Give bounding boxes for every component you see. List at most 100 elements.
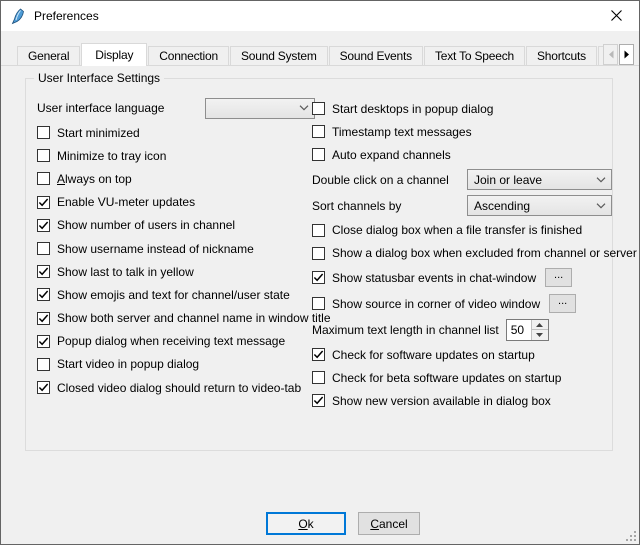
show-statusbar-events-in-chat-window-more-button[interactable]: ... (545, 268, 572, 287)
checkbox-row: Close dialog box when a file transfer is… (312, 219, 612, 242)
checkbox-row: Show both server and channel name in win… (37, 307, 315, 330)
timestamp-text-messages-checkbox-label[interactable]: Timestamp text messages (332, 125, 472, 139)
arrow-right-icon (624, 50, 630, 59)
always-on-top-checkbox-label[interactable]: Always on top (57, 172, 132, 186)
check-icon (38, 336, 49, 347)
enable-vu-meter-updates-checkbox-label[interactable]: Enable VU-meter updates (57, 195, 195, 209)
checkbox-row: Show new version available in dialog box (312, 389, 612, 412)
checkbox-row: Show emojis and text for channel/user st… (37, 283, 315, 306)
language-row: User interface language (37, 95, 315, 121)
tab-sound-system[interactable]: Sound System (230, 46, 328, 66)
always-on-top-checkbox-unchecked[interactable] (37, 172, 50, 185)
show-both-server-and-channel-name-in-window-title-checkbox-label[interactable]: Show both server and channel name in win… (57, 311, 331, 325)
language-combobox[interactable] (205, 98, 315, 119)
sort-channels-by-label: Sort channels by (312, 199, 401, 213)
left-column: User interface language Start minimized M… (37, 79, 315, 399)
close-dialog-box-when-a-file-transfer-is-finished-checkbox-unchecked[interactable] (312, 224, 325, 237)
show-username-instead-of-nickname-checkbox-unchecked[interactable] (37, 242, 50, 255)
group-user-interface-settings: User Interface Settings User interface l… (25, 78, 613, 451)
window-title: Preferences (34, 9, 99, 23)
check-for-software-updates-on-startup-checkbox-checked[interactable] (312, 348, 325, 361)
combobox-value: Join or leave (474, 173, 542, 187)
show-emojis-and-text-for-channel-user-state-checkbox-checked[interactable] (37, 288, 50, 301)
checkbox-row: Popup dialog when receiving text message (37, 330, 315, 353)
tab-display[interactable]: Display (81, 43, 147, 66)
show-source-in-corner-of-video-window-more-button[interactable]: ... (549, 294, 576, 313)
timestamp-text-messages-checkbox-unchecked[interactable] (312, 125, 325, 138)
tab-text-to-speech[interactable]: Text To Speech (424, 46, 525, 66)
tab-scroll-right-button[interactable] (619, 44, 634, 65)
auto-expand-channels-checkbox-unchecked[interactable] (312, 148, 325, 161)
show-number-of-users-in-channel-checkbox-checked[interactable] (37, 219, 50, 232)
tab-shortcuts[interactable]: Shortcuts (526, 46, 597, 66)
checkbox-row: Start minimized (37, 121, 315, 144)
spin-down-button[interactable] (532, 330, 548, 340)
closed-video-dialog-should-return-to-video-tab-checkbox-checked[interactable] (37, 381, 50, 394)
start-minimized-checkbox-label[interactable]: Start minimized (57, 126, 140, 140)
checkbox-row: Closed video dialog should return to vid… (37, 376, 315, 399)
spin-up-button[interactable] (532, 320, 548, 331)
show-new-version-available-in-dialog-box-checkbox-label[interactable]: Show new version available in dialog box (332, 394, 551, 408)
checkbox-row: Start video in popup dialog (37, 353, 315, 376)
title-bar[interactable]: Preferences (1, 1, 639, 31)
check-icon (38, 197, 49, 208)
show-statusbar-events-in-chat-window-checkbox-checked[interactable] (312, 271, 325, 284)
check-for-software-updates-on-startup-checkbox-label[interactable]: Check for software updates on startup (332, 348, 535, 362)
closed-video-dialog-should-return-to-video-tab-checkbox-label[interactable]: Closed video dialog should return to vid… (57, 381, 301, 395)
resize-grip[interactable] (623, 528, 637, 542)
sort-channels-by-combobox[interactable]: Ascending (467, 195, 612, 216)
show-last-to-talk-in-yellow-checkbox-checked[interactable] (37, 265, 50, 278)
show-statusbar-events-in-chat-window-checkbox-label[interactable]: Show statusbar events in chat-window (332, 271, 536, 285)
auto-expand-channels-checkbox-label[interactable]: Auto expand channels (332, 148, 451, 162)
popup-dialog-when-receiving-text-message-checkbox-checked[interactable] (37, 335, 50, 348)
show-number-of-users-in-channel-checkbox-label[interactable]: Show number of users in channel (57, 218, 235, 232)
check-for-beta-software-updates-on-startup-checkbox-unchecked[interactable] (312, 371, 325, 384)
checkbox-row: Timestamp text messages (312, 120, 612, 143)
tab-general[interactable]: General (17, 46, 80, 66)
triangle-up-icon (536, 323, 543, 327)
show-both-server-and-channel-name-in-window-title-checkbox-checked[interactable] (37, 312, 50, 325)
language-label: User interface language (37, 101, 164, 115)
show-source-in-corner-of-video-window-checkbox-label[interactable]: Show source in corner of video window (332, 297, 540, 311)
close-button[interactable] (594, 1, 639, 30)
popup-dialog-when-receiving-text-message-checkbox-label[interactable]: Popup dialog when receiving text message (57, 334, 285, 348)
start-video-in-popup-dialog-checkbox-label[interactable]: Start video in popup dialog (57, 357, 199, 371)
checkbox-row: Check for software updates on startup (312, 343, 612, 366)
tab-connection[interactable]: Connection (148, 46, 229, 66)
show-new-version-available-in-dialog-box-checkbox-checked[interactable] (312, 394, 325, 407)
checkbox-row: Auto expand channels (312, 143, 612, 166)
combobox-value: Ascending (474, 199, 530, 213)
tab-bar: GeneralDisplayConnectionSound SystemSoun… (1, 43, 639, 66)
check-icon (313, 395, 324, 406)
maximum-text-length-in-channel-list-spinbox[interactable]: 50 (506, 319, 549, 341)
show-emojis-and-text-for-channel-user-state-checkbox-label[interactable]: Show emojis and text for channel/user st… (57, 288, 290, 302)
minimize-to-tray-icon-checkbox-unchecked[interactable] (37, 149, 50, 162)
show-a-dialog-box-when-excluded-from-channel-or-server-checkbox-unchecked[interactable] (312, 247, 325, 260)
start-minimized-checkbox-unchecked[interactable] (37, 126, 50, 139)
tab-scrollers (603, 44, 634, 65)
check-icon (38, 382, 49, 393)
arrow-left-icon (608, 50, 614, 59)
tab-sound-events[interactable]: Sound Events (329, 46, 423, 66)
check-for-beta-software-updates-on-startup-checkbox-label[interactable]: Check for beta software updates on start… (332, 371, 561, 385)
cancel-button[interactable]: Cancel (358, 512, 420, 535)
start-desktops-in-popup-dialog-checkbox-unchecked[interactable] (312, 102, 325, 115)
enable-vu-meter-updates-checkbox-checked[interactable] (37, 196, 50, 209)
show-last-to-talk-in-yellow-checkbox-label[interactable]: Show last to talk in yellow (57, 265, 194, 279)
combo-row: Sort channels by Ascending (312, 193, 612, 219)
minimize-to-tray-icon-checkbox-label[interactable]: Minimize to tray icon (57, 149, 166, 163)
checkbox-row: Show number of users in channel (37, 214, 315, 237)
double-click-on-a-channel-combobox[interactable]: Join or leave (467, 169, 612, 190)
ok-button[interactable]: Ok (266, 512, 346, 535)
start-video-in-popup-dialog-checkbox-unchecked[interactable] (37, 358, 50, 371)
show-a-dialog-box-when-excluded-from-channel-or-server-checkbox-label[interactable]: Show a dialog box when excluded from cha… (332, 246, 637, 260)
close-dialog-box-when-a-file-transfer-is-finished-checkbox-label[interactable]: Close dialog box when a file transfer is… (332, 223, 582, 237)
check-icon (38, 220, 49, 231)
check-icon (38, 289, 49, 300)
combo-row: Double click on a channelJoin or leave (312, 167, 612, 193)
show-source-in-corner-of-video-window-checkbox-unchecked[interactable] (312, 297, 325, 310)
start-desktops-in-popup-dialog-checkbox-label[interactable]: Start desktops in popup dialog (332, 102, 493, 116)
show-username-instead-of-nickname-checkbox-label[interactable]: Show username instead of nickname (57, 242, 254, 256)
spin-row: Maximum text length in channel list50 (312, 317, 612, 343)
tab-scroll-left-button[interactable] (603, 44, 618, 65)
